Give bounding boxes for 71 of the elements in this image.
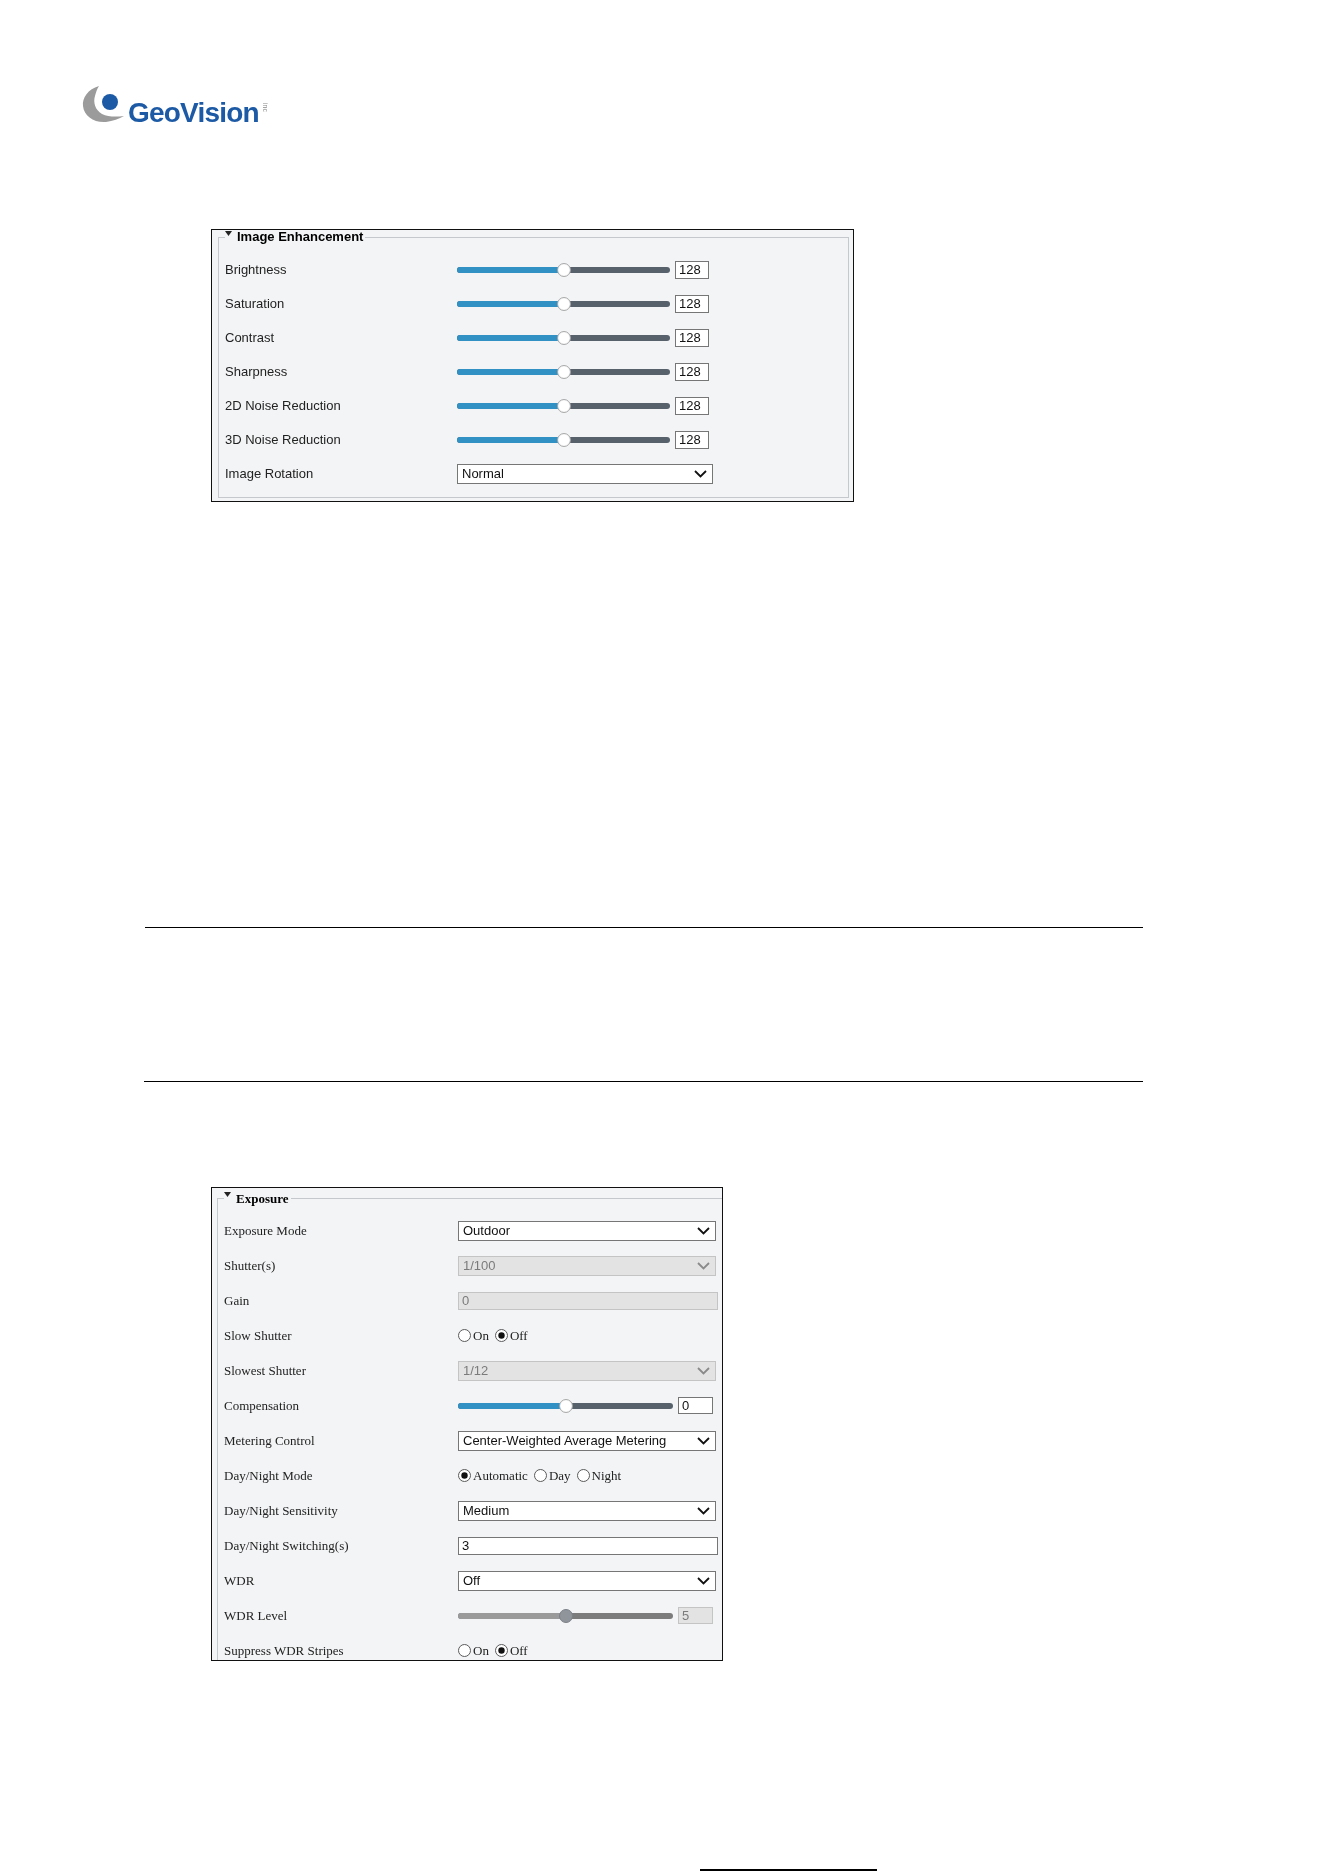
value-field[interactable]: 128 [675, 261, 709, 279]
field-label: Saturation [225, 295, 285, 314]
field-label: Day/Night Mode [224, 1466, 313, 1485]
chevron-icon [697, 1226, 710, 1235]
slider-track[interactable] [458, 1398, 673, 1413]
value-field[interactable]: 0 [678, 1397, 713, 1414]
caret-icon[interactable] [224, 1192, 231, 1197]
dropdown[interactable]: Outdoor [458, 1220, 716, 1241]
field-label: Gain [224, 1291, 250, 1310]
chevron-icon [697, 1261, 710, 1270]
slider-track[interactable] [457, 297, 670, 311]
radio-option[interactable]: Day [533, 1465, 571, 1486]
field-label: Brightness [225, 261, 287, 280]
field-label: Slowest Shutter [224, 1361, 306, 1380]
field-label: Day/Night Switching(s) [224, 1536, 349, 1555]
slider-thumb[interactable] [556, 297, 571, 311]
slider-thumb[interactable] [556, 399, 571, 413]
chevron-icon [694, 470, 707, 478]
slider-thumb[interactable] [556, 331, 571, 345]
caret-icon[interactable] [225, 231, 232, 236]
slider-thumb[interactable] [556, 263, 571, 277]
radio-option[interactable]: Off [494, 1325, 528, 1346]
field-label: 2D Noise Reduction [225, 397, 341, 416]
logo-icon [82, 84, 126, 124]
slider-thumb[interactable] [558, 1398, 573, 1413]
field-label: Day/Night Sensitivity [224, 1501, 338, 1520]
dropdown: 1/12 [458, 1360, 716, 1381]
dropdown[interactable]: Medium [458, 1500, 716, 1521]
field-label: Image Rotation [225, 465, 314, 484]
slider-track[interactable] [457, 331, 670, 345]
field-label: Slow Shutter [224, 1326, 292, 1345]
value-field[interactable]: 128 [675, 431, 709, 449]
field-label: Contrast [225, 329, 275, 348]
field-label: Exposure Mode [224, 1221, 307, 1240]
dropdown[interactable]: Center-Weighted Average Metering [458, 1430, 716, 1451]
field-label: Metering Control [224, 1431, 315, 1450]
value-field: 5 [678, 1607, 713, 1624]
radio-option[interactable]: On [458, 1640, 489, 1660]
field-label: Compensation [224, 1396, 300, 1415]
field-label: Suppress WDR Stripes [224, 1641, 344, 1660]
field-label: Sharpness [225, 363, 288, 382]
field-label: WDR [224, 1571, 255, 1590]
logo-text: GeoVision [128, 99, 259, 127]
radio-option[interactable]: Automatic [458, 1465, 528, 1486]
dropdown[interactable]: Off [458, 1570, 716, 1591]
slider-thumb[interactable] [556, 365, 571, 379]
dropdown[interactable]: Normal [457, 464, 713, 484]
slider-track[interactable] [457, 433, 670, 447]
field-label: 3D Noise Reduction [225, 431, 341, 450]
chevron-icon [697, 1436, 710, 1445]
radio-option[interactable]: Night [576, 1465, 622, 1486]
slider-track[interactable] [457, 365, 670, 379]
slider-thumb[interactable] [556, 433, 571, 447]
chevron-icon [697, 1576, 710, 1585]
field-label: WDR Level [224, 1606, 288, 1625]
value-field[interactable]: 128 [675, 363, 709, 381]
text-field: 0 [458, 1291, 718, 1310]
chevron-icon [697, 1366, 710, 1375]
section-title: Image Enhancement [237, 230, 364, 244]
value-field[interactable]: 128 [675, 295, 709, 313]
text-field[interactable]: 3 [458, 1536, 718, 1555]
section-title: Exposure [236, 1191, 289, 1206]
radio-option[interactable]: On [458, 1325, 489, 1346]
value-field[interactable]: 128 [675, 397, 709, 415]
dropdown: 1/100 [458, 1255, 716, 1276]
radio-option[interactable]: Off [494, 1640, 528, 1660]
value-field[interactable]: 128 [675, 329, 709, 347]
slider-track[interactable] [457, 399, 670, 413]
slider-track[interactable] [457, 263, 670, 277]
field-label: Shutter(s) [224, 1256, 276, 1275]
chevron-icon [697, 1506, 710, 1515]
